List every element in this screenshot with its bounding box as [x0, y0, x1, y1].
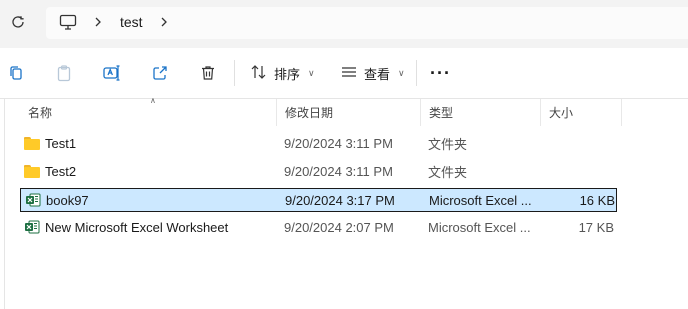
toolbar-divider: [234, 60, 235, 86]
file-name: Test1: [45, 135, 77, 151]
navigation-pane-edge[interactable]: [0, 98, 5, 309]
breadcrumb-item[interactable]: test: [120, 14, 143, 30]
sort-icon: [250, 64, 268, 83]
copy-icon[interactable]: [6, 63, 26, 83]
file-type: Microsoft Excel ...: [428, 219, 531, 235]
refresh-icon[interactable]: [6, 10, 30, 34]
sort-label: 排序: [274, 66, 301, 82]
column-header-size[interactable]: 大小: [541, 99, 622, 126]
file-size: 16 KB: [579, 192, 615, 208]
view-button[interactable]: 查看 ∨: [340, 62, 405, 84]
file-row[interactable]: Test1 9/20/2024 3:11 PM 文件夹: [20, 132, 617, 156]
chevron-right-icon[interactable]: [158, 13, 170, 31]
column-header-row: 名称 修改日期 类型 大小: [20, 99, 622, 126]
rename-icon[interactable]: [102, 63, 122, 83]
file-type: 文件夹: [428, 136, 468, 152]
excel-file-icon: [25, 192, 41, 208]
address-bar-strip: test: [0, 0, 688, 48]
file-name-cell: New Microsoft Excel Worksheet: [24, 216, 274, 238]
file-size: [540, 132, 614, 154]
command-bar: 排序 ∨ 查看 ∨ ···: [0, 48, 688, 99]
file-name-cell: book97: [25, 189, 275, 211]
monitor-icon[interactable]: [58, 12, 78, 32]
file-type: Microsoft Excel ...: [429, 192, 532, 208]
more-options-button[interactable]: ···: [430, 64, 451, 82]
file-size: [540, 160, 614, 182]
file-modified: 9/20/2024 3:17 PM: [285, 192, 395, 208]
file-modified: 9/20/2024 2:07 PM: [284, 219, 394, 235]
file-name: book97: [46, 192, 89, 208]
file-name: Test2: [45, 163, 77, 179]
excel-file-icon: [24, 219, 40, 235]
view-label: 查看: [364, 66, 391, 82]
view-icon: [340, 64, 358, 83]
file-row-selected[interactable]: book97 9/20/2024 3:17 PM Microsoft Excel…: [20, 188, 617, 212]
file-size: 17 KB: [578, 219, 614, 235]
chevron-down-icon: ∨: [308, 67, 315, 78]
paste-icon[interactable]: [54, 63, 74, 83]
delete-icon[interactable]: [198, 63, 218, 83]
folder-icon: [24, 136, 40, 150]
file-row[interactable]: New Microsoft Excel Worksheet 9/20/2024 …: [20, 216, 617, 240]
file-name-cell: Test1: [24, 132, 274, 154]
column-header-name[interactable]: 名称: [20, 99, 277, 126]
chevron-right-icon[interactable]: [92, 13, 104, 31]
file-type: 文件夹: [428, 164, 468, 180]
toolbar-divider: [416, 60, 417, 86]
column-header-modified[interactable]: 修改日期: [277, 99, 421, 126]
file-row[interactable]: Test2 9/20/2024 3:11 PM 文件夹: [20, 160, 617, 184]
column-header-type[interactable]: 类型: [421, 99, 541, 126]
file-name-cell: Test2: [24, 160, 274, 182]
chevron-down-icon: ∨: [398, 67, 405, 78]
sort-button[interactable]: 排序 ∨: [250, 62, 315, 84]
folder-icon: [24, 164, 40, 178]
file-modified: 9/20/2024 3:11 PM: [284, 163, 393, 179]
share-icon[interactable]: [150, 63, 170, 83]
file-modified: 9/20/2024 3:11 PM: [284, 135, 393, 151]
file-name: New Microsoft Excel Worksheet: [45, 219, 229, 235]
